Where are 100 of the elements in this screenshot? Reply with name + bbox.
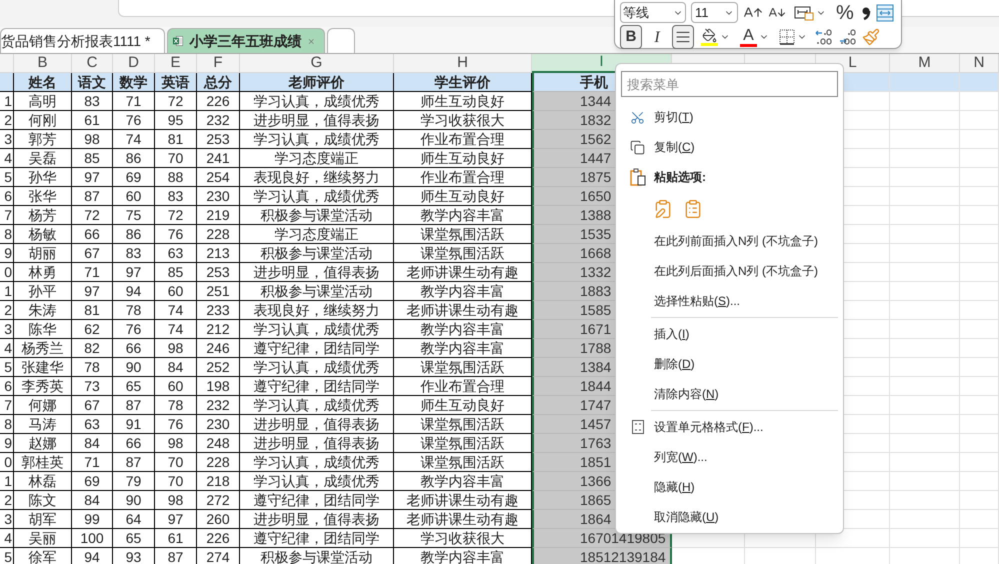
format-painter-icon[interactable]: [862, 28, 880, 46]
table-cell: 7: [0, 396, 14, 415]
table-cell: 70: [155, 453, 197, 472]
font-name-select[interactable]: 等线: [620, 2, 686, 23]
table-cell: 62: [72, 320, 113, 339]
paste-values-icon[interactable]: [683, 198, 703, 220]
table-cell: 60: [113, 187, 155, 206]
table-cell: 230: [197, 415, 240, 434]
increase-decimal-icon[interactable]: [814, 28, 834, 46]
table-cell: 进步明显，值得表扬: [240, 263, 394, 282]
table-cell: 杨敏: [14, 225, 72, 244]
empty-cell: [960, 225, 999, 244]
table-cell: 0: [0, 263, 14, 282]
empty-cell: [890, 453, 960, 472]
empty-cell: [890, 149, 960, 168]
table-cell: 3: [0, 130, 14, 149]
table-cell: 张建华: [14, 358, 72, 377]
empty-cell: [960, 111, 999, 130]
table-cell: 8: [0, 415, 14, 434]
empty-cell: [960, 168, 999, 187]
table-cell: 进步明显，值得表扬: [240, 434, 394, 453]
table-cell: 7: [0, 206, 14, 225]
align-button[interactable]: [672, 25, 694, 49]
table-cell: 83: [72, 92, 113, 111]
font-color-button[interactable]: A: [737, 26, 772, 48]
table-cell: 0: [0, 453, 14, 472]
table-cell: 学习认真，成绩优秀: [240, 472, 394, 491]
empty-cell: [890, 434, 960, 453]
table-cell: 学习认真，成绩优秀: [240, 92, 394, 111]
wrap-text-icon[interactable]: [876, 4, 894, 22]
empty-cell: [890, 130, 960, 149]
table-cell: 241: [197, 149, 240, 168]
table-cell: 76: [113, 320, 155, 339]
empty-cell: [960, 453, 999, 472]
document-tab[interactable]: 小学三年五班成绩: [167, 28, 325, 53]
copy-icon: [630, 140, 645, 154]
table-cell: 94: [72, 548, 113, 564]
table-cell: 93: [113, 548, 155, 564]
italic-button[interactable]: I: [646, 25, 668, 49]
document-tab[interactable]: 货品销售分析报表1111 *: [0, 28, 165, 53]
empty-cell: [960, 320, 999, 339]
font-size-select[interactable]: 11: [691, 2, 738, 23]
empty-cell: [890, 263, 960, 282]
empty-cell: [890, 92, 960, 111]
table-cell: 87: [155, 548, 197, 564]
table-cell: 61: [155, 529, 197, 548]
header-cell: 数学: [113, 73, 155, 92]
table-cell: 98: [155, 339, 197, 358]
empty-cell: [890, 529, 960, 548]
table-cell: 74: [113, 130, 155, 149]
empty-cell: [960, 415, 999, 434]
empty-cell: [960, 510, 999, 529]
table-cell: 98: [72, 130, 113, 149]
table-cell: 213: [197, 244, 240, 263]
empty-cell: [960, 282, 999, 301]
table-cell: 6: [0, 187, 14, 206]
table-cell: 徐军: [14, 548, 72, 564]
empty-cell: [960, 244, 999, 263]
empty-cell: [960, 187, 999, 206]
table-cell: 何刚: [14, 111, 72, 130]
table-cell: 进步明显，值得表扬: [240, 111, 394, 130]
table-cell: 1: [0, 472, 14, 491]
table-cell: 67: [72, 244, 113, 263]
table-cell: 9: [0, 434, 14, 453]
paste-formatting-icon[interactable]: [653, 198, 673, 220]
table-cell: 272: [197, 491, 240, 510]
table-cell: 学习认真，成绩优秀: [240, 130, 394, 149]
table-cell: 98: [155, 491, 197, 510]
table-cell: 82: [72, 339, 113, 358]
header-cell: 总分: [197, 73, 240, 92]
table-cell: 226: [197, 92, 240, 111]
table-cell: 3: [0, 510, 14, 529]
table-cell: 81: [72, 301, 113, 320]
table-cell: 63: [72, 415, 113, 434]
tab-label: 小学三年五班成绩: [189, 32, 302, 50]
decrease-decimal-icon[interactable]: [838, 28, 858, 46]
empty-cell: [890, 168, 960, 187]
table-cell: 76: [113, 111, 155, 130]
table-cell: 230: [197, 187, 240, 206]
empty-cell: [890, 377, 960, 396]
table-cell: 2: [0, 491, 14, 510]
percent-button[interactable]: %: [834, 2, 856, 22]
menu-search-field[interactable]: 搜索菜单: [621, 71, 838, 97]
font-size-value: 11: [695, 4, 708, 22]
empty-cell: [890, 358, 960, 377]
empty-cell: [890, 415, 960, 434]
table-cell: 218: [197, 472, 240, 491]
comma-style-icon[interactable]: [860, 4, 871, 20]
table-cell: 81: [155, 130, 197, 149]
table-cell: 65: [113, 377, 155, 396]
table-cell: 75: [113, 206, 155, 225]
table-cell: 260: [197, 510, 240, 529]
table-cell: 学习态度端正: [240, 225, 394, 244]
empty-cell: [890, 187, 960, 206]
table-cell: 228: [197, 225, 240, 244]
format-cells-icon: [632, 420, 644, 434]
table-cell: 85: [72, 149, 113, 168]
bold-button[interactable]: B: [620, 25, 642, 49]
table-cell: 97: [113, 263, 155, 282]
table-cell: 60: [155, 377, 197, 396]
